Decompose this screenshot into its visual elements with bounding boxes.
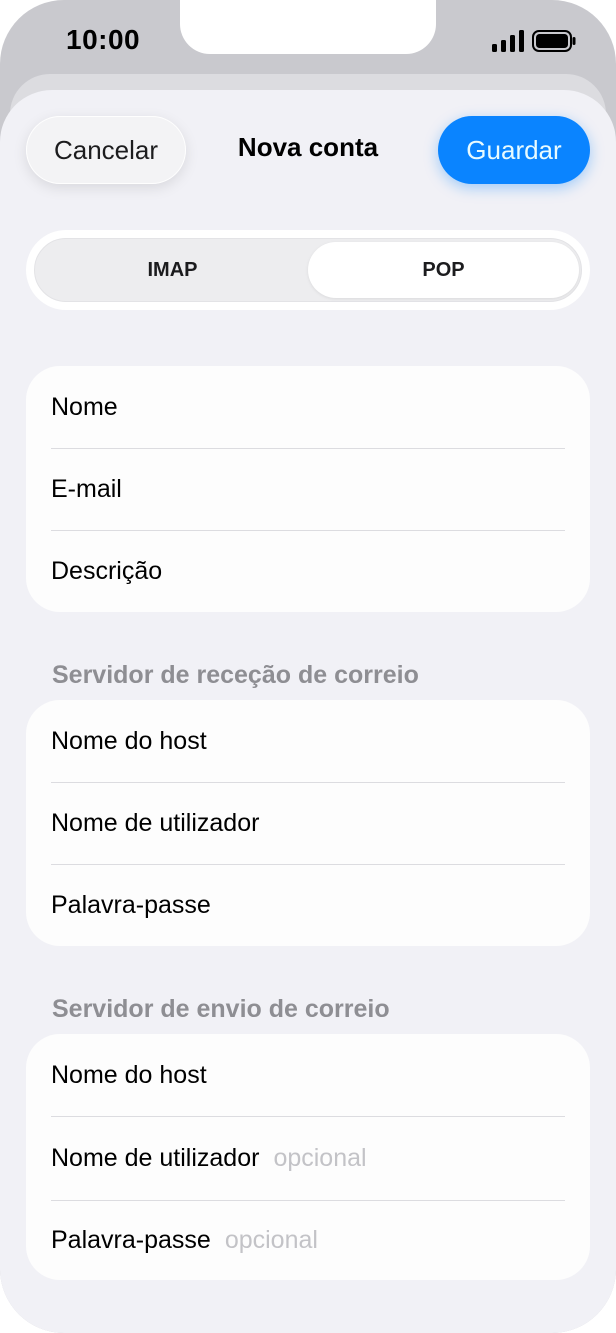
status-bar: 10:00	[0, 0, 616, 84]
incoming-hostname-field[interactable]: Nome do host	[26, 700, 590, 782]
outgoing-username-field[interactable]: Nome de utilizador opcional	[26, 1116, 590, 1200]
account-info-group: Nome E-mail Descrição	[26, 366, 590, 612]
incoming-hostname-label: Nome do host	[51, 726, 207, 755]
outgoing-server-header: Servidor de envio de correio	[52, 995, 390, 1023]
outgoing-server-group: Nome do host Nome de utilizador opcional…	[26, 1034, 590, 1280]
outgoing-hostname-label: Nome do host	[51, 1060, 207, 1089]
segment-pop[interactable]: POP	[308, 242, 579, 298]
battery-icon	[532, 30, 576, 52]
incoming-server-header: Servidor de receção de correio	[52, 661, 419, 689]
outgoing-password-placeholder: opcional	[224, 1225, 318, 1254]
incoming-username-label: Nome de utilizador	[51, 808, 260, 837]
email-label: E-mail	[51, 474, 122, 503]
segmented-track: IMAP POP	[34, 238, 582, 302]
incoming-username-field[interactable]: Nome de utilizador	[26, 782, 590, 864]
incoming-password-field[interactable]: Palavra-passe	[26, 864, 590, 946]
save-button[interactable]: Guardar	[438, 116, 590, 184]
signal-icon	[492, 30, 524, 52]
outgoing-hostname-field[interactable]: Nome do host	[26, 1034, 590, 1116]
outgoing-password-label: Palavra-passe	[51, 1225, 211, 1254]
segment-imap[interactable]: IMAP	[37, 242, 308, 298]
outgoing-username-label: Nome de utilizador	[51, 1143, 260, 1172]
name-label: Nome	[51, 392, 118, 421]
notch	[180, 0, 436, 54]
sheet-title: Nova conta	[237, 132, 379, 162]
cancel-button[interactable]: Cancelar	[26, 116, 186, 184]
incoming-server-group: Nome do host Nome de utilizador Palavra-…	[26, 700, 590, 946]
outgoing-username-placeholder: opcional	[273, 1143, 367, 1172]
account-type-segmented-control: IMAP POP	[26, 230, 590, 310]
email-field[interactable]: E-mail	[26, 448, 590, 530]
phone-frame: 10:00 Cancelar Nova conta Guardar IMAP P…	[0, 0, 616, 1333]
outgoing-password-field[interactable]: Palavra-passe opcional	[26, 1200, 590, 1280]
description-field[interactable]: Descrição	[26, 530, 590, 612]
description-label: Descrição	[51, 556, 163, 585]
status-time: 10:00	[66, 24, 141, 55]
name-field[interactable]: Nome	[26, 366, 590, 448]
incoming-password-label: Palavra-passe	[51, 890, 211, 919]
